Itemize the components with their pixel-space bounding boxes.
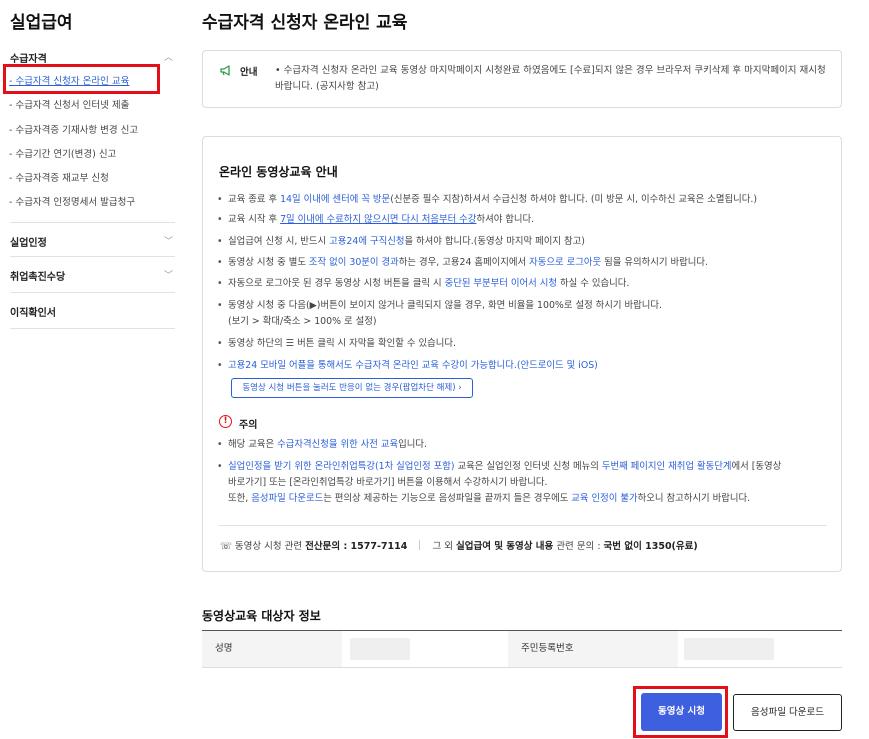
- guide-bullet: 교육 종료 후 14일 이내에 센터에 꼭 방문(신분증 필수 지참)하셔서 수…: [217, 192, 827, 208]
- divider: [219, 525, 827, 526]
- info-section-title: 동영상교육 대상자 정보: [202, 609, 321, 623]
- sidebar-section-label: 취업촉진수당: [10, 272, 66, 283]
- page-title: 수급자격 신청자 온라인 교육: [202, 13, 408, 33]
- sidebar-section-separation-certificate[interactable]: 이직확인서: [10, 304, 175, 319]
- divider: [10, 328, 175, 329]
- sidebar-item-application-submit[interactable]: - 수급자격 신청서 인터넷 제출: [9, 97, 129, 111]
- sidebar-item-change-report[interactable]: - 수급자격증 기재사항 변경 신고: [9, 122, 138, 136]
- guide-bullet: 교육 시작 후 7일 이내에 수료하지 않으시면 다시 처음부터 수강하셔야 합…: [217, 212, 827, 228]
- guide-title: 온라인 동영상교육 안내: [219, 165, 338, 179]
- masked-value: [684, 638, 774, 660]
- rrn-value: [678, 631, 842, 667]
- divider: [10, 222, 175, 223]
- notice-box: 안내 • 수급자격 신청자 온라인 교육 동영상 마지막페이지 시청완료 하였음…: [202, 50, 842, 108]
- highlight-box: [633, 686, 728, 738]
- popup-unblock-button[interactable]: 동영상 시청 버튼을 눌러도 반응이 없는 경우(팝업차단 해제) ›: [231, 378, 473, 398]
- megaphone-icon: [220, 65, 230, 76]
- guide-bullet: 자동으로 로그아웃 된 경우 동영상 시청 버튼을 클릭 시 중단된 부분부터 …: [217, 276, 827, 292]
- caution-label: 주의: [239, 420, 258, 431]
- audio-download-button[interactable]: 음성파일 다운로드: [733, 694, 842, 731]
- caution-bullet: 해당 교육은 수급자격신청을 위한 사전 교육입니다.: [217, 437, 827, 453]
- phone-icon: ☏: [220, 541, 232, 552]
- guide-bullet: 동영상 하단의 ☰ 버튼 클릭 시 자막을 확인할 수 있습니다.: [217, 336, 827, 352]
- guide-bullet: 실업급여 신청 시, 반드시 고용24에 구직신청을 하셔야 합니다.(동영상 …: [217, 234, 827, 250]
- divider: [10, 256, 175, 257]
- highlight-box: [3, 64, 160, 94]
- chevron-down-icon: ﹀: [163, 271, 173, 281]
- guide-bullet: 동영상 시청 중 다음(▶)버튼이 보이지 않거나 클릭되지 않을 경우, 화면…: [217, 298, 827, 330]
- sidebar-item-statement-request[interactable]: - 수급자격 인정명세서 발급청구: [9, 194, 135, 208]
- sidebar-section-label: 이직확인서: [10, 308, 56, 319]
- sidebar-item-period-extension[interactable]: - 수급기간 연기(변경) 신고: [9, 146, 116, 160]
- notice-text: • 수급자격 신청자 온라인 교육 동영상 마지막페이지 시청완료 하였음에도 …: [275, 65, 826, 92]
- chevron-down-icon: ﹀: [163, 237, 173, 247]
- guide-box: 온라인 동영상교육 안내 교육 종료 후 14일 이내에 센터에 꼭 방문(신분…: [202, 136, 842, 572]
- rrn-label: 주민등록번호: [508, 631, 678, 667]
- sidebar-section-eligibility[interactable]: 수급자격 ︿: [10, 50, 175, 65]
- name-label: 성명: [202, 631, 342, 667]
- guide-bullet: 동영상 시청 중 별도 조작 없이 30분이 경과하는 경우, 고용24 홈페이…: [217, 255, 827, 271]
- chevron-up-icon: ︿: [163, 53, 173, 63]
- guide-bullet: 고용24 모바일 어플을 통해서도 수급자격 온라인 교육 수강이 가능합니다.…: [217, 358, 827, 374]
- name-value: [342, 631, 508, 667]
- divider: [10, 292, 175, 293]
- sidebar-title: 실업급여: [10, 13, 73, 33]
- notice-tag: 안내: [240, 67, 258, 78]
- separator: [419, 540, 421, 550]
- masked-value: [350, 638, 410, 660]
- warning-icon: !: [219, 415, 232, 428]
- info-table: 성명 주민등록번호: [202, 630, 842, 668]
- sidebar-section-label: 실업인정: [10, 238, 47, 249]
- sidebar-item-reissue[interactable]: - 수급자격증 재교부 신청: [9, 170, 109, 184]
- sidebar-section-unemployment-recognition[interactable]: 실업인정 ﹀: [10, 234, 175, 249]
- sidebar-section-job-promotion[interactable]: 취업촉진수당 ﹀: [10, 268, 175, 283]
- caution-bullet: 실업인정을 받기 위한 온라인취업특강(1차 실업인정 포함) 교육은 실업인정…: [217, 459, 827, 507]
- contact-info: ☏ 동영상 시청 관련 전산문의 : 1577-7114 그 외 실업급여 및 …: [220, 540, 698, 552]
